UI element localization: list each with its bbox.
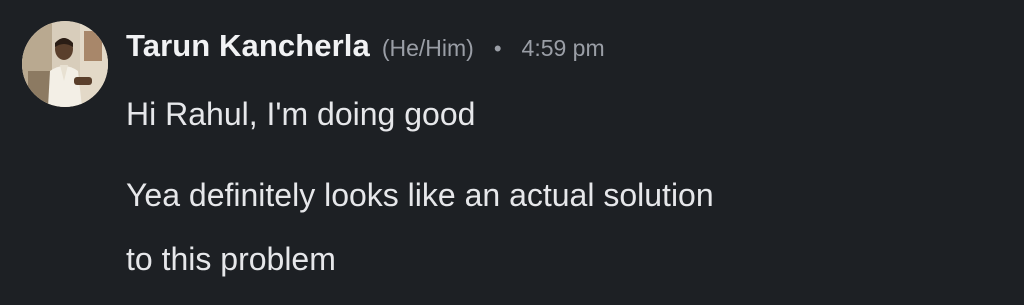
sender-pronouns: (He/Him) — [381, 35, 474, 61]
message-line-1: Hi Rahul, I'm doing good — [126, 96, 476, 132]
message-line-2: Yea definitely looks like an actual solu… — [126, 177, 714, 213]
avatar-photo-icon — [22, 21, 108, 107]
message-timestamp: 4:59 pm — [521, 35, 605, 61]
separator-dot: • — [493, 36, 502, 61]
chat-message: Tarun Kancherla (He/Him) • 4:59 pm Hi Ra… — [0, 0, 1024, 305]
user-avatar[interactable] — [22, 21, 108, 107]
sender-name[interactable]: Tarun Kancherla — [126, 28, 370, 64]
message-line-3: to this problem — [126, 241, 336, 277]
message-header: Tarun Kancherla (He/Him) • 4:59 pm — [126, 28, 605, 68]
